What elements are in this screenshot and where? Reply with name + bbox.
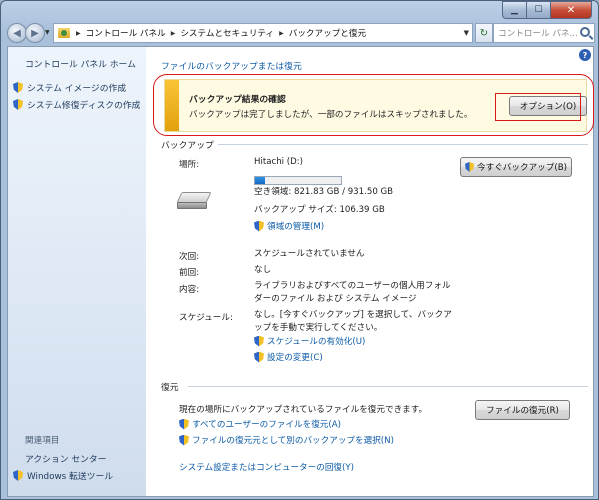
- warning-stripe: [165, 80, 179, 131]
- manage-space-link[interactable]: 領域の管理(M): [254, 220, 324, 232]
- maximize-button[interactable]: ☐: [526, 1, 550, 19]
- recover-system-link[interactable]: システム設定またはコンピューターの回復(Y): [179, 461, 354, 473]
- main-content: ? ファイルのバックアップまたは復元 バックアップ結果の確認 バックアップは完了…: [147, 47, 594, 496]
- search-placeholder: コントロール パネ...: [498, 29, 578, 39]
- uac-shield-icon: [465, 162, 475, 172]
- restore-all-users-link[interactable]: すべてのユーザーのファイルを復元(A): [179, 418, 341, 430]
- sidebar: コントロール パネル ホーム システム イメージの作成 システム修復ディスクの作…: [8, 47, 146, 496]
- schedule-value-line2: ップを手動で実行してください。: [254, 323, 383, 333]
- backup-section-heading: バックアップ: [161, 141, 214, 151]
- options-button[interactable]: オプション(O): [509, 96, 587, 116]
- disk-usage-bar: [254, 176, 342, 185]
- backup-now-label: 今すぐバックアップ(B): [477, 163, 567, 173]
- chevron-right-icon: ▶: [170, 29, 176, 37]
- search-input[interactable]: コントロール パネ...: [493, 23, 595, 43]
- uac-shield-icon: [179, 418, 189, 430]
- next-label: 次回:: [179, 252, 200, 262]
- uac-shield-icon: [179, 434, 189, 446]
- contents-value-line2: ダーのファイル および システム イメージ: [254, 294, 417, 304]
- window-frame: ▁ ☐ ✕ ◀ ▶ ▼ ▶ コントロール パネル ▶ システムとセキュリティ ▶…: [0, 0, 599, 500]
- schedule-label: スケジュール:: [179, 313, 233, 323]
- uac-shield-icon: [254, 351, 264, 363]
- recent-pages-dropdown[interactable]: ▼: [45, 29, 50, 36]
- sidebar-item-label: システム修復ディスクの作成: [27, 101, 141, 111]
- arrow-left-icon: ◀: [13, 27, 21, 39]
- drive-icon: [176, 192, 212, 210]
- select-other-backup-link[interactable]: ファイルの復元元として別のバックアップを選択(N): [179, 434, 394, 446]
- notification-banner: バックアップ結果の確認 バックアップは完了しましたが、一部のファイルはスキップさ…: [164, 79, 587, 132]
- minimize-button[interactable]: ▁: [502, 1, 526, 19]
- divider: [188, 386, 588, 387]
- navigation-bar: ◀ ▶ ▼ ▶ コントロール パネル ▶ システムとセキュリティ ▶ バックアッ…: [5, 22, 596, 44]
- restore-files-button[interactable]: ファイルの復元(R): [475, 400, 570, 420]
- client-area: コントロール パネル ホーム システム イメージの作成 システム修復ディスクの作…: [7, 46, 594, 497]
- uac-shield-icon: [13, 99, 23, 110]
- back-button[interactable]: ◀: [7, 23, 27, 43]
- change-settings-link[interactable]: 設定の変更(C): [254, 351, 323, 363]
- banner-title: バックアップ結果の確認: [189, 95, 286, 105]
- address-bar[interactable]: ▶ コントロール パネル ▶ システムとセキュリティ ▶ バックアップと復元 ▼: [53, 23, 473, 43]
- location-value: Hitachi (D:): [254, 157, 303, 167]
- sidebar-item-label: システム イメージの作成: [27, 84, 127, 94]
- close-button[interactable]: ✕: [550, 1, 592, 19]
- uac-shield-icon: [254, 220, 264, 232]
- restore-all-users-label: すべてのユーザーのファイルを復元(A): [192, 420, 341, 430]
- disk-usage-fill: [255, 177, 266, 184]
- enable-schedule-label: スケジュールの有効化(U): [267, 337, 366, 347]
- uac-shield-icon: [13, 470, 23, 481]
- uac-shield-icon: [254, 335, 264, 347]
- drive-icon-front: [177, 202, 207, 209]
- change-settings-label: 設定の変更(C): [267, 353, 323, 363]
- banner-message: バックアップは完了しましたが、一部のファイルはスキップされました。: [189, 110, 473, 120]
- restore-description: 現在の場所にバックアップされているファイルを復元できます。: [179, 405, 428, 415]
- backup-restore-link[interactable]: ファイルのバックアップまたは復元: [161, 59, 302, 72]
- select-other-backup-label: ファイルの復元元として別のバックアップを選択(N): [192, 436, 394, 446]
- location-label: 場所:: [179, 160, 200, 170]
- sidebar-item-create-repair-disc[interactable]: システム修復ディスクの作成: [13, 98, 140, 111]
- control-panel-icon: [58, 28, 70, 38]
- breadcrumb-control-panel[interactable]: コントロール パネル: [86, 27, 166, 39]
- uac-shield-icon: [13, 82, 23, 93]
- caption-buttons: ▁ ☐ ✕: [502, 1, 592, 19]
- arrow-right-icon: ▶: [31, 27, 39, 39]
- sidebar-link-easy-transfer[interactable]: Windows 転送ツール: [13, 469, 113, 482]
- chevron-down-icon[interactable]: ▼: [464, 29, 469, 37]
- backup-now-button[interactable]: 今すぐバックアップ(B): [460, 157, 572, 177]
- related-heading: 関連項目: [25, 436, 60, 446]
- sidebar-link-action-center[interactable]: アクション センター: [25, 452, 107, 465]
- restore-section-heading: 復元: [161, 383, 179, 393]
- breadcrumb-backup-restore[interactable]: バックアップと復元: [289, 27, 366, 39]
- sidebar-control-panel-home[interactable]: コントロール パネル ホーム: [25, 57, 136, 70]
- refresh-icon: ↻: [479, 27, 489, 39]
- sidebar-item-create-system-image[interactable]: システム イメージの作成: [13, 81, 126, 94]
- contents-value-line1: ライブラリおよびすべてのユーザーの個人用フォル: [254, 281, 451, 291]
- enable-schedule-link[interactable]: スケジュールの有効化(U): [254, 335, 365, 347]
- backup-size-text: バックアップ サイズ: 106.39 GB: [254, 205, 385, 215]
- last-label: 前回:: [179, 268, 200, 278]
- manage-space-label: 領域の管理(M): [267, 222, 325, 232]
- refresh-button[interactable]: ↻: [475, 23, 493, 43]
- breadcrumb-system-security[interactable]: システムとセキュリティ: [180, 27, 274, 39]
- next-value: スケジュールされていません: [254, 249, 365, 259]
- schedule-value-line1: なし。[今すぐバックアップ] を選択して、バックア: [254, 310, 452, 320]
- help-icon[interactable]: ?: [579, 49, 591, 61]
- contents-label: 内容:: [179, 285, 200, 295]
- divider: [218, 144, 588, 145]
- chevron-right-icon: ▶: [279, 29, 284, 37]
- last-value: なし: [254, 265, 272, 275]
- chevron-right-icon: ▶: [76, 29, 81, 37]
- search-icon[interactable]: [580, 27, 590, 37]
- forward-button[interactable]: ▶: [25, 23, 45, 43]
- sidebar-item-label: Windows 転送ツール: [27, 472, 114, 482]
- free-space-text: 空き領域: 821.83 GB / 931.50 GB: [254, 187, 394, 197]
